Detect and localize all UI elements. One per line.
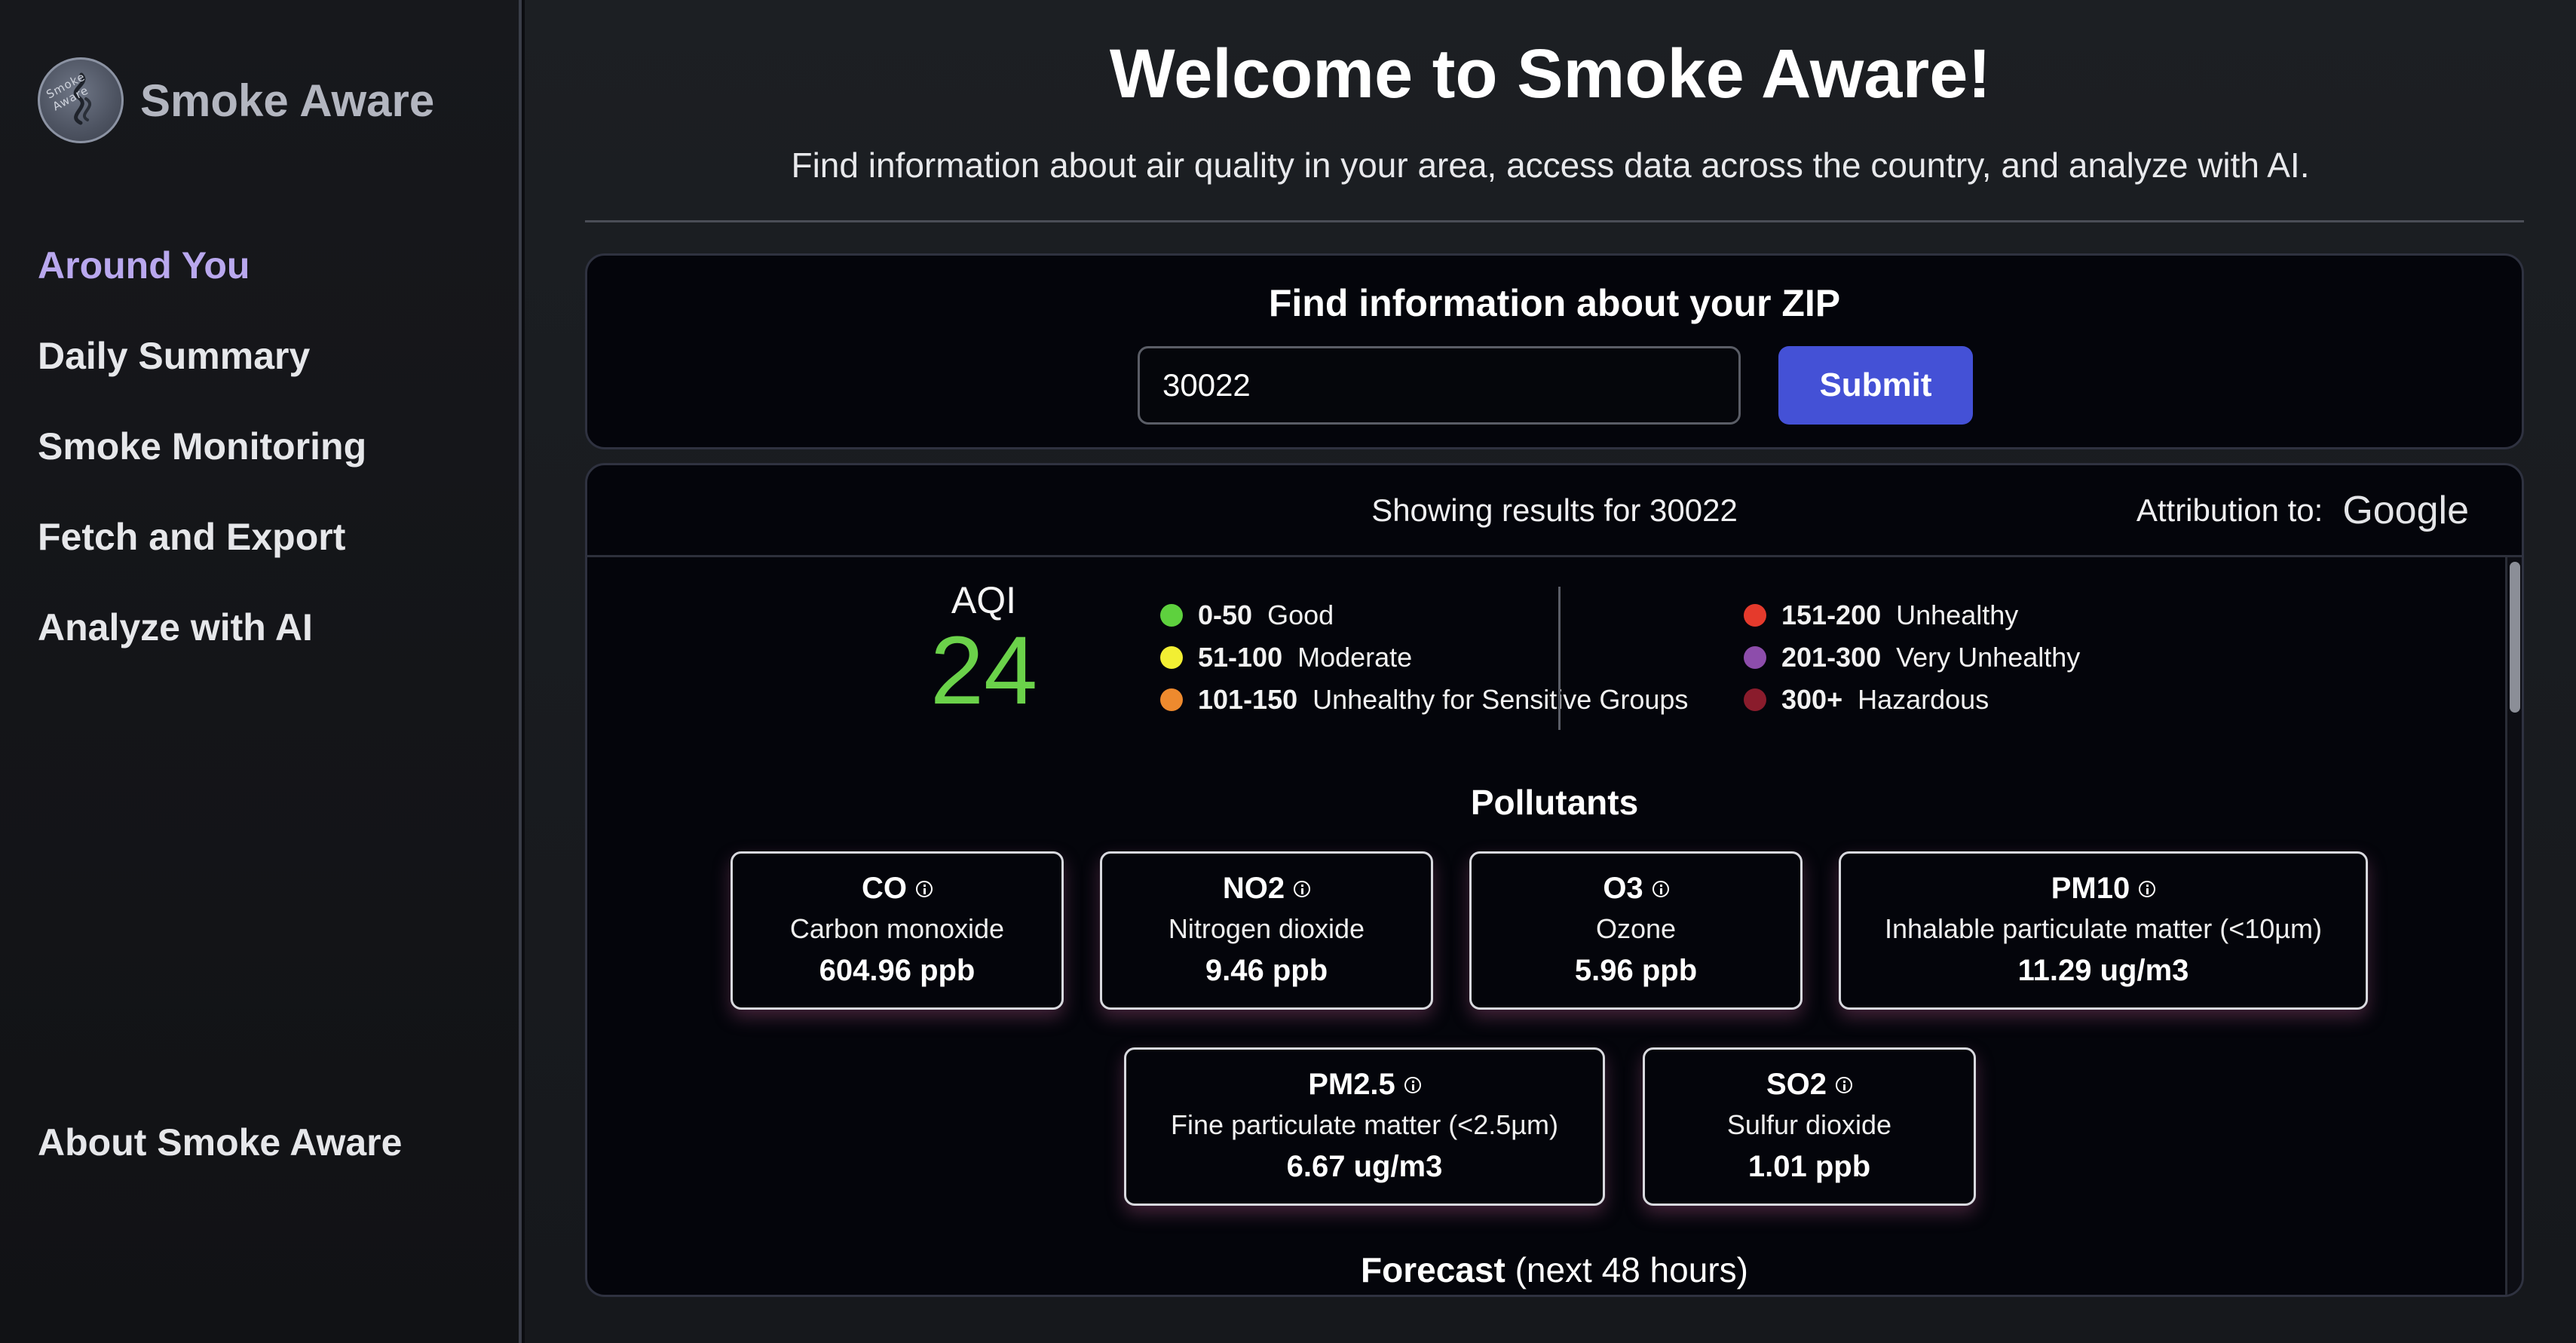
pollutant-value: 11.29 ug/m3 — [2017, 954, 2189, 987]
pollutant-code: PM2.5 — [1126, 1068, 1603, 1102]
pollutant-name: Inhalable particulate matter (<10µm) — [1884, 913, 2323, 944]
pollutant-value: 604.96 ppb — [819, 954, 976, 987]
sidebar-item-analyze-with-ai[interactable]: Analyze with AI — [38, 600, 366, 691]
submit-button[interactable]: Submit — [1778, 346, 1973, 425]
pollutant-card-pm10: PM10 Inhalable particulate matter (<10µm… — [1839, 851, 2368, 1010]
legend-dot-icon — [1160, 646, 1183, 669]
pollutant-name: Ozone — [1595, 913, 1677, 944]
pollutant-value: 6.67 ug/m3 — [1286, 1150, 1443, 1183]
pollutant-code: SO2 — [1645, 1068, 1974, 1102]
page-subtitle: Find information about air quality in yo… — [791, 146, 2310, 185]
zip-input[interactable] — [1138, 346, 1741, 425]
legend-label: Moderate — [1297, 642, 1413, 673]
legend-dot-icon — [1160, 604, 1183, 627]
sidebar-item-smoke-monitoring[interactable]: Smoke Monitoring — [38, 419, 366, 510]
forecast-title-rest: (next 48 hours) — [1515, 1250, 1748, 1289]
divider — [585, 220, 2524, 222]
pollutant-code: PM10 — [1841, 872, 2366, 906]
legend-item: 201-300 Very Unhealthy — [1744, 642, 2080, 673]
legend-label: Hazardous — [1858, 684, 1989, 715]
info-icon[interactable] — [1404, 1076, 1421, 1093]
scroll-thumb[interactable] — [2510, 562, 2520, 713]
pollutant-value: 9.46 ppb — [1205, 954, 1328, 987]
pollutant-code: O3 — [1472, 872, 1800, 906]
legend-range: 101-150 — [1198, 684, 1298, 715]
pollutant-card-no2: NO2 Nitrogen dioxide 9.46 ppb — [1100, 851, 1433, 1010]
sidebar-item-about[interactable]: About Smoke Aware — [38, 1121, 402, 1164]
legend-dot-icon — [1160, 688, 1183, 711]
pollutant-name: Nitrogen dioxide — [1168, 913, 1365, 944]
legend-dot-icon — [1744, 646, 1766, 669]
legend-dot-icon — [1744, 688, 1766, 711]
legend-range: 201-300 — [1781, 642, 1882, 673]
info-icon[interactable] — [916, 880, 933, 897]
attribution-label: Attribution to: — [2136, 492, 2323, 528]
page-title: Welcome to Smoke Aware! — [1109, 35, 1992, 112]
aqi-label: AQI — [951, 579, 1017, 621]
info-icon[interactable] — [1652, 880, 1669, 897]
pollutant-card-so2: SO2 Sulfur dioxide 1.01 ppb — [1643, 1047, 1976, 1206]
zip-form-card: Find information about your ZIP Submit — [585, 253, 2524, 449]
pollutant-code: NO2 — [1102, 872, 1431, 906]
legend-item: 300+ Hazardous — [1744, 684, 1989, 716]
results-scrollbar[interactable] — [2505, 557, 2522, 1295]
zip-form-title: Find information about your ZIP — [1268, 282, 1841, 324]
pollutant-name: Fine particulate matter (<2.5µm) — [1171, 1109, 1558, 1140]
sidebar-nav: Around You Daily Summary Smoke Monitorin… — [38, 238, 366, 691]
pollutant-name: Sulfur dioxide — [1726, 1109, 1892, 1140]
info-icon[interactable] — [1836, 1076, 1853, 1093]
pollutant-card-pm25: PM2.5 Fine particulate matter (<2.5µm) 6… — [1124, 1047, 1605, 1206]
sidebar-item-fetch-and-export[interactable]: Fetch and Export — [38, 510, 366, 600]
pollutant-code: CO — [733, 872, 1061, 906]
legend-label: Unhealthy — [1896, 599, 2019, 630]
main-content: Welcome to Smoke Aware! Find information… — [525, 0, 2576, 1343]
google-logo: Google — [2342, 489, 2469, 532]
info-icon[interactable] — [2139, 880, 2156, 897]
info-icon[interactable] — [1294, 880, 1311, 897]
brand-name: Smoke Aware — [140, 75, 435, 126]
legend-range: 51-100 — [1198, 642, 1283, 673]
forecast-title: Forecast (next 48 hours) — [587, 1249, 2522, 1290]
legend-label: Good — [1267, 599, 1334, 630]
sidebar-item-daily-summary[interactable]: Daily Summary — [38, 329, 366, 419]
sidebar: Smoke Aware Smoke Aware Around You Daily… — [0, 0, 522, 1343]
pollutant-name: Carbon monoxide — [789, 913, 1005, 944]
pollutant-card-o3: O3 Ozone 5.96 ppb — [1469, 851, 1803, 1010]
legend-range: 151-200 — [1781, 599, 1882, 630]
legend-item: 51-100 Moderate — [1160, 642, 1412, 673]
pollutants-title: Pollutants — [1470, 783, 1639, 822]
legend-range: 0-50 — [1198, 599, 1253, 630]
brand[interactable]: Smoke Aware Smoke Aware — [38, 57, 434, 143]
attribution: Attribution to: Google — [2136, 488, 2469, 533]
legend-label: Unhealthy for Sensitive Groups — [1313, 684, 1689, 715]
smoke-aware-logo-icon: Smoke Aware — [38, 57, 124, 143]
forecast-title-bold: Forecast — [1361, 1250, 1505, 1289]
sidebar-item-around-you[interactable]: Around You — [38, 238, 366, 329]
legend-item: 101-150 Unhealthy for Sensitive Groups — [1160, 684, 1688, 716]
pollutant-card-co: CO Carbon monoxide 604.96 ppb — [731, 851, 1064, 1010]
aqi-separator — [1558, 587, 1561, 730]
aqi-display: AQI 24 — [871, 578, 1097, 720]
aqi-value: 24 — [930, 617, 1038, 725]
app-window: Smoke Aware Smoke Aware Around You Daily… — [0, 0, 2576, 1343]
pollutant-value: 1.01 ppb — [1747, 1150, 1871, 1183]
legend-dot-icon — [1744, 604, 1766, 627]
pollutant-value: 5.96 ppb — [1574, 954, 1698, 987]
legend-item: 0-50 Good — [1160, 599, 1334, 631]
results-header: Showing results for 30022 Attribution to… — [587, 465, 2522, 557]
legend-label: Very Unhealthy — [1896, 642, 2081, 673]
legend-range: 300+ — [1781, 684, 1843, 715]
results-card: Showing results for 30022 Attribution to… — [585, 463, 2524, 1297]
legend-item: 151-200 Unhealthy — [1744, 599, 2018, 631]
